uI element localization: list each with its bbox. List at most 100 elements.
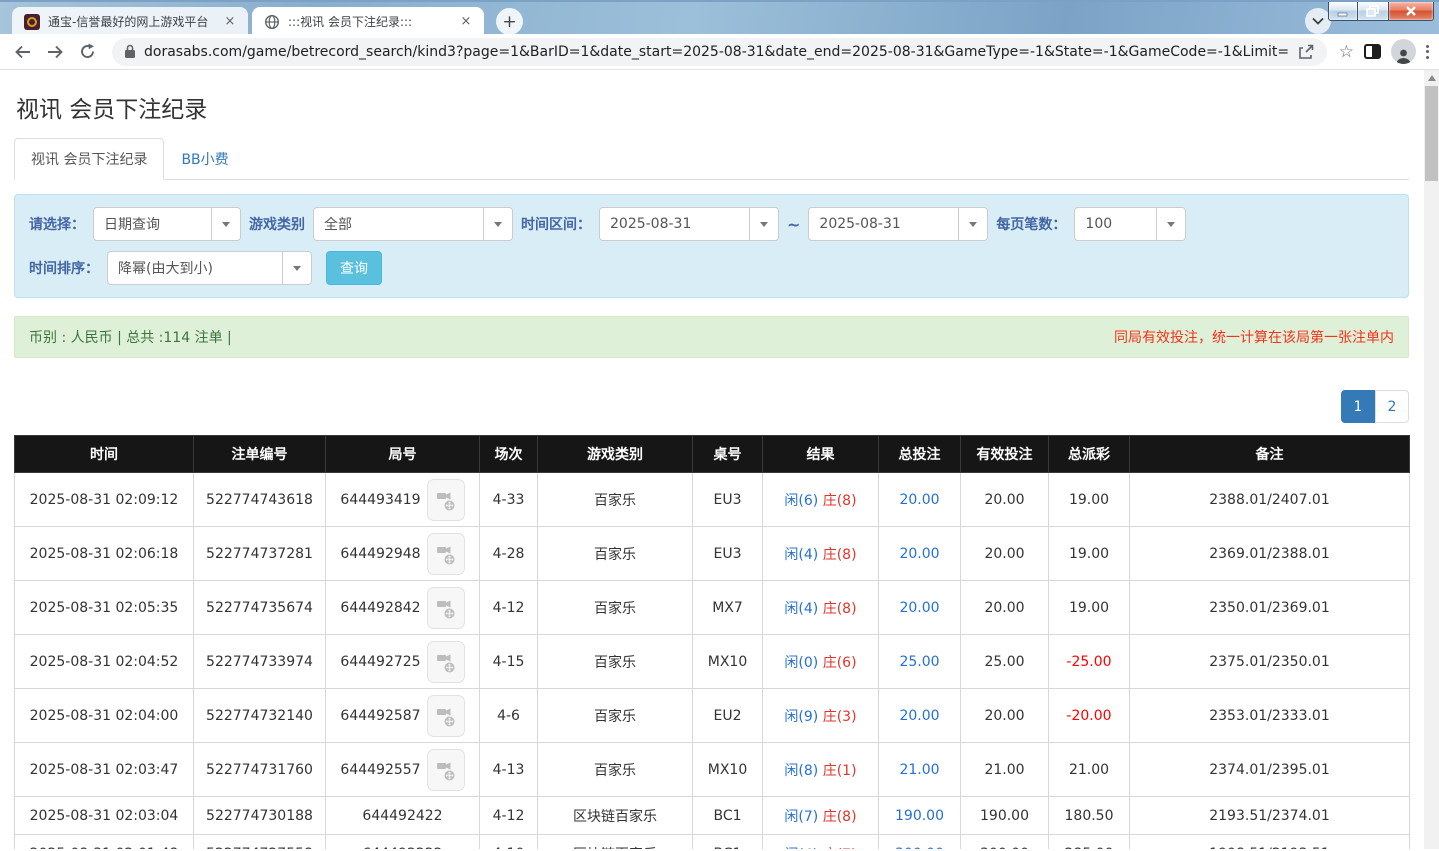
per-page-select[interactable]: 100 xyxy=(1074,207,1187,241)
tab-title: :::视讯 会员下注纪录::: xyxy=(288,15,413,29)
cell-total-bet[interactable]: 20.00 xyxy=(878,580,961,635)
table-row: 2025-08-31 02:01:48 522774727558 6444922… xyxy=(14,834,1410,849)
cell-total-bet[interactable]: 20.00 xyxy=(878,472,961,527)
profile-avatar[interactable] xyxy=(1391,39,1416,64)
tab-close-icon[interactable]: × xyxy=(458,14,474,30)
video-replay-button[interactable] xyxy=(426,478,465,521)
header-payout: 总派彩 xyxy=(1048,435,1130,473)
date-end-select[interactable]: 2025-08-31 xyxy=(808,207,989,241)
cell-total-bet[interactable]: 20.00 xyxy=(878,688,961,743)
header-time: 时间 xyxy=(14,435,194,473)
share-icon[interactable] xyxy=(1297,44,1315,60)
close-button[interactable] xyxy=(1388,2,1434,21)
minimize-button[interactable] xyxy=(1328,2,1358,21)
scroll-up-arrow[interactable] xyxy=(1424,70,1439,86)
game-type-select[interactable]: 全部 xyxy=(313,207,513,241)
cell-game: 区块链百家乐 xyxy=(537,796,693,835)
round-number: 644493419 xyxy=(340,491,421,508)
cell-time: 2025-08-31 02:09:12 xyxy=(14,472,194,527)
round-number: 644492842 xyxy=(340,599,421,616)
page-1-button[interactable]: 1 xyxy=(1341,390,1375,423)
tab-bet-records[interactable]: 视讯 会员下注纪录 xyxy=(14,138,165,180)
dropdown-caret-icon xyxy=(958,208,987,240)
round-number: 644492587 xyxy=(340,707,421,724)
header-game: 游戏类别 xyxy=(537,435,693,473)
menu-dots-icon[interactable] xyxy=(1426,42,1429,61)
page-2-button[interactable]: 2 xyxy=(1375,390,1409,423)
cell-session: 4-12 xyxy=(479,580,538,635)
cell-time: 2025-08-31 02:01:48 xyxy=(14,834,194,849)
video-replay-icon xyxy=(436,546,455,564)
cell-remark: 2388.01/2407.01 xyxy=(1129,472,1410,527)
video-replay-button[interactable] xyxy=(426,748,465,791)
tab-title: 通宝-信誉最好的网上游戏平台 xyxy=(48,15,209,29)
toolbar-actions: ☆ xyxy=(1339,39,1429,64)
cell-game: 百家乐 xyxy=(537,742,693,797)
address-bar[interactable]: dorasabs.com/game/betrecord_search/kind3… xyxy=(112,37,1327,66)
new-tab-button[interactable]: + xyxy=(496,8,523,35)
cell-time: 2025-08-31 02:04:52 xyxy=(14,634,194,689)
header-valid-bet: 有效投注 xyxy=(960,435,1049,473)
cell-total-bet[interactable]: 190.00 xyxy=(878,796,961,835)
cell-table: EU3 xyxy=(692,472,763,527)
cell-bet-id: 522774733974 xyxy=(193,634,326,689)
cell-valid-bet: 21.00 xyxy=(960,742,1049,797)
browser-tab-1[interactable]: 通宝-信誉最好的网上游戏平台 × xyxy=(12,7,248,36)
video-replay-icon xyxy=(436,492,455,510)
browser-toolbar: dorasabs.com/game/betrecord_search/kind3… xyxy=(0,34,1439,70)
date-start-select[interactable]: 2025-08-31 xyxy=(599,207,779,241)
cell-table: BC1 xyxy=(692,834,763,849)
cell-payout: -25.00 xyxy=(1048,634,1130,689)
cell-total-bet[interactable]: 21.00 xyxy=(878,742,961,797)
cell-remark: 2369.01/2388.01 xyxy=(1129,526,1410,581)
side-panel-icon[interactable] xyxy=(1364,44,1381,59)
forward-button[interactable] xyxy=(42,39,68,65)
cell-table: EU2 xyxy=(692,688,763,743)
cell-table: MX10 xyxy=(692,742,763,797)
back-button[interactable] xyxy=(10,39,36,65)
cell-game: 百家乐 xyxy=(537,634,693,689)
bookmark-star-icon[interactable]: ☆ xyxy=(1339,42,1354,62)
video-replay-button[interactable] xyxy=(426,640,465,683)
tab-bb-tips[interactable]: BB小费 xyxy=(164,138,245,180)
cell-valid-bet: 25.00 xyxy=(960,634,1049,689)
cell-session: 4-33 xyxy=(479,472,538,527)
globe-icon xyxy=(264,14,280,29)
person-icon xyxy=(1396,49,1411,64)
scrollbar[interactable] xyxy=(1424,70,1439,849)
browser-tab-2-active[interactable]: :::视讯 会员下注纪录::: × xyxy=(252,7,484,36)
cell-result: 闲(9) 庄(3) xyxy=(762,688,879,743)
sort-label: 时间排序： xyxy=(29,261,99,277)
header-round: 局号 xyxy=(325,435,480,473)
scrollbar-thumb[interactable] xyxy=(1425,86,1438,181)
cell-valid-bet: 20.00 xyxy=(960,580,1049,635)
currency-summary: 币别 : 人民币 | 总共 :114 注单 | xyxy=(29,330,232,346)
dropdown-caret-icon xyxy=(483,208,512,240)
chevron-down-icon xyxy=(1312,17,1324,25)
video-replay-button[interactable] xyxy=(426,586,465,629)
cell-round: 644493419 xyxy=(325,472,480,527)
table-row: 2025-08-31 02:04:00 522774732140 6444925… xyxy=(14,688,1410,743)
cell-total-bet[interactable]: 20.00 xyxy=(878,526,961,581)
reload-button[interactable] xyxy=(74,39,100,65)
cell-game: 百家乐 xyxy=(537,688,693,743)
cell-round: 644492587 xyxy=(325,688,480,743)
video-replay-button[interactable] xyxy=(426,694,465,737)
summary-bar: 币别 : 人民币 | 总共 :114 注单 | 同局有效投注，统一计算在该局第一… xyxy=(14,316,1409,358)
forward-icon xyxy=(48,45,63,58)
video-replay-button[interactable] xyxy=(426,532,465,575)
bet-records-table: 时间 注单编号 局号 场次 游戏类别 桌号 结果 总投注 有效投注 总派彩 备注 xyxy=(14,435,1410,849)
cell-session: 4-10 xyxy=(479,834,538,849)
query-type-select[interactable]: 日期查询 xyxy=(93,207,241,241)
sort-select[interactable]: 降幂(由大到小) xyxy=(107,251,312,285)
cell-table: MX7 xyxy=(692,580,763,635)
cell-total-bet[interactable]: 300.00 xyxy=(878,834,961,849)
page-title: 视讯 会员下注纪录 xyxy=(16,97,208,123)
cell-result: 闲(4) 庄(8) xyxy=(762,526,879,581)
cell-total-bet[interactable]: 25.00 xyxy=(878,634,961,689)
cell-round: 644492842 xyxy=(325,580,480,635)
search-button[interactable]: 查询 xyxy=(326,251,382,285)
cell-remark: 2375.01/2350.01 xyxy=(1129,634,1410,689)
maximize-button[interactable] xyxy=(1358,2,1388,21)
tab-close-icon[interactable]: × xyxy=(222,14,238,30)
